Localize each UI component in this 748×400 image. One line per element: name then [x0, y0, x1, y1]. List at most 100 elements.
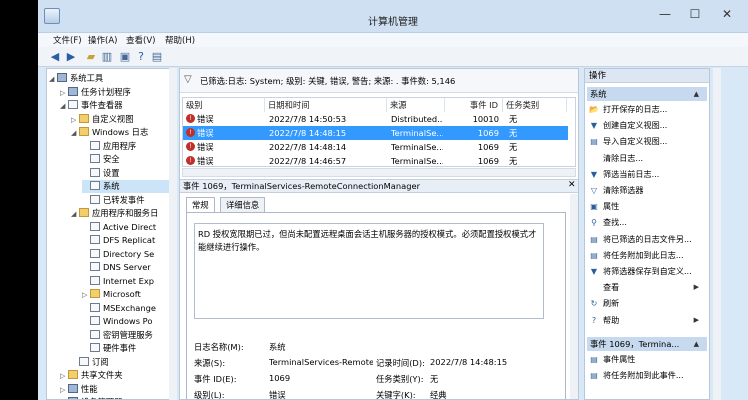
- show-action-pane-icon[interactable]: ▤: [150, 50, 164, 64]
- back-icon[interactable]: ◀: [48, 50, 62, 64]
- log-icon: [90, 316, 100, 325]
- action-item[interactable]: ? 帮助 ▶: [589, 314, 707, 327]
- column-header-datetime[interactable]: 日期和时间: [265, 98, 387, 112]
- folder-icon: [68, 370, 78, 379]
- expander-icon[interactable]: ◢: [60, 100, 68, 113]
- menu-help[interactable]: 帮助(H): [165, 34, 195, 46]
- help-icon[interactable]: ?: [134, 50, 148, 64]
- action-item[interactable]: ▽ 清除筛选器: [589, 184, 707, 197]
- action-item[interactable]: 查看 ▶: [589, 281, 707, 294]
- tree-item[interactable]: 硬件事件: [82, 342, 175, 355]
- table-row[interactable]: ! 错误 2022/7/8 14:50:53 Distributed... 10010 无: [183, 112, 568, 126]
- column-header-event-id[interactable]: 事件 ID: [445, 98, 503, 112]
- action-item[interactable]: ▤ 将任务附加到此事件...: [589, 369, 707, 382]
- log-icon: [90, 167, 100, 177]
- tree-item[interactable]: 系统: [82, 180, 175, 193]
- column-header-level[interactable]: 级别: [183, 98, 265, 112]
- tree-item[interactable]: 订阅: [71, 356, 175, 369]
- cell-source: TerminalSe...: [391, 128, 443, 138]
- tree-item[interactable]: 已转发事件: [82, 194, 175, 207]
- expander-icon[interactable]: ▷: [71, 114, 79, 127]
- tree-item[interactable]: ▷ 自定义视图: [71, 113, 175, 126]
- event-description[interactable]: RD 授权宽限期已过，但尚未配置远程桌面会话主机服务器的授权模式。必须配置授权模…: [194, 223, 544, 319]
- expander-icon[interactable]: ▷: [60, 370, 68, 383]
- tree-item[interactable]: ◢ Windows 日志: [71, 126, 175, 139]
- action-item[interactable]: ▼ 筛选当前日志...: [589, 168, 707, 181]
- tree-item[interactable]: 应用程序: [82, 140, 175, 153]
- column-header-category[interactable]: 任务类别: [503, 98, 567, 112]
- tree-item[interactable]: ▷ 共享文件夹: [60, 369, 175, 382]
- menu-view[interactable]: 查看(V): [126, 34, 155, 46]
- action-item[interactable]: ▤ 将任务附加到此日志...: [589, 249, 707, 262]
- cell-level-text: 错误: [197, 128, 214, 138]
- action-item[interactable]: ▤ 将已筛选的日志文件另...: [589, 233, 707, 246]
- table-row[interactable]: ! 错误 2022/7/8 14:46:57 TerminalSe... 1069 无: [183, 154, 568, 168]
- tree-item[interactable]: ▷ 性能: [60, 383, 175, 396]
- tree-item[interactable]: 密钥管理服务: [82, 329, 175, 342]
- action-item[interactable]: 📂 打开保存的日志...: [589, 103, 707, 116]
- tree-item[interactable]: Directory Se: [82, 248, 175, 261]
- action-item[interactable]: ▼ 将筛选器保存到自定义...: [589, 265, 707, 278]
- up-folder-icon[interactable]: ▰: [84, 50, 98, 64]
- table-row[interactable]: ! 错误 2022/7/8 14:48:15 TerminalSe... 1069 无: [183, 126, 568, 140]
- expander-icon[interactable]: ▷: [60, 87, 68, 100]
- menu-action[interactable]: 操作(A): [88, 34, 117, 46]
- actions-scrollbar[interactable]: [713, 68, 721, 400]
- show-hide-tree-icon[interactable]: ▥: [100, 50, 114, 64]
- actions-section-event-label: 事件 1069，Termina...: [590, 339, 680, 349]
- tree-item[interactable]: MSExchange: [82, 302, 175, 315]
- forward-icon[interactable]: ▶: [64, 50, 78, 64]
- column-header-source[interactable]: 来源: [387, 98, 445, 112]
- expander-icon[interactable]: ◢: [71, 208, 79, 221]
- action-item[interactable]: 清除日志...: [589, 152, 707, 165]
- expander-icon[interactable]: ▷: [82, 289, 90, 302]
- maximize-button[interactable]: ☐: [682, 6, 708, 24]
- expander-icon[interactable]: ▷: [60, 384, 68, 397]
- menu-file[interactable]: 文件(F): [53, 34, 82, 46]
- actions-section-system[interactable]: 系统 ▲: [587, 87, 707, 101]
- detail-close-icon[interactable]: ✕: [568, 180, 576, 190]
- grid-horizontal-scrollbar[interactable]: [182, 168, 576, 177]
- close-button[interactable]: ✕: [714, 6, 740, 24]
- table-row[interactable]: ! 错误 2022/7/8 14:48:14 TerminalSe... 1069 无: [183, 140, 568, 154]
- detail-scrollbar[interactable]: [570, 194, 578, 399]
- action-item[interactable]: ↻ 刷新: [589, 297, 707, 310]
- tab-general[interactable]: 常规: [186, 197, 215, 213]
- expander-icon[interactable]: ◢: [71, 127, 79, 140]
- cell-level-text: 错误: [197, 156, 214, 166]
- action-item[interactable]: ▼ 创建自定义视图...: [589, 119, 707, 132]
- tree-item[interactable]: Internet Exp: [82, 275, 175, 288]
- tree-item[interactable]: ▷ Microsoft: [82, 288, 175, 301]
- minimize-button[interactable]: —: [652, 6, 678, 24]
- tree-item-label: 共享文件夹: [81, 370, 123, 380]
- cell-datetime: 2022/7/8 14:48:14: [269, 142, 347, 152]
- action-label: 查看: [603, 282, 620, 293]
- folder-icon: [90, 289, 100, 298]
- tree-item[interactable]: 设备管理器: [60, 396, 175, 399]
- tree-item[interactable]: ◢ 系统工具: [49, 72, 175, 85]
- action-item[interactable]: ▤ 事件属性: [589, 353, 707, 366]
- actions-header: 操作: [585, 69, 709, 83]
- clear-filter-icon: ▽: [590, 186, 598, 195]
- action-item[interactable]: ▤ 导入自定义视图...: [589, 135, 707, 148]
- event-properties-icon: ▤: [590, 355, 598, 364]
- action-item[interactable]: ▣ 属性: [589, 200, 707, 213]
- tree-item[interactable]: Windows Po: [82, 315, 175, 328]
- tree-item[interactable]: DFS Replicat: [82, 234, 175, 247]
- properties-icon[interactable]: ▣: [118, 50, 132, 64]
- action-item[interactable]: ⚲ 查找...: [589, 216, 707, 229]
- refresh-icon: ↻: [590, 299, 598, 309]
- expander-icon[interactable]: ◢: [49, 73, 57, 86]
- tree-item[interactable]: DNS Server: [82, 261, 175, 274]
- tree-item[interactable]: ◢ 应用程序和服务日: [71, 207, 175, 220]
- actions-section-event[interactable]: 事件 1069，Termina... ▲: [587, 337, 707, 351]
- cell-datetime: 2022/7/8 14:50:53: [269, 114, 347, 124]
- tree-scrollbar[interactable]: [169, 68, 177, 400]
- attach-task-icon: ▤: [590, 371, 598, 381]
- tree-item[interactable]: 设置: [82, 167, 175, 180]
- tree-item[interactable]: Active Direct: [82, 221, 175, 234]
- tree-item[interactable]: 安全: [82, 153, 175, 166]
- tree-item[interactable]: ◢ 事件查看器: [60, 99, 175, 112]
- tree-item[interactable]: ▷ 任务计划程序: [60, 86, 175, 99]
- tab-details[interactable]: 详细信息: [220, 197, 266, 213]
